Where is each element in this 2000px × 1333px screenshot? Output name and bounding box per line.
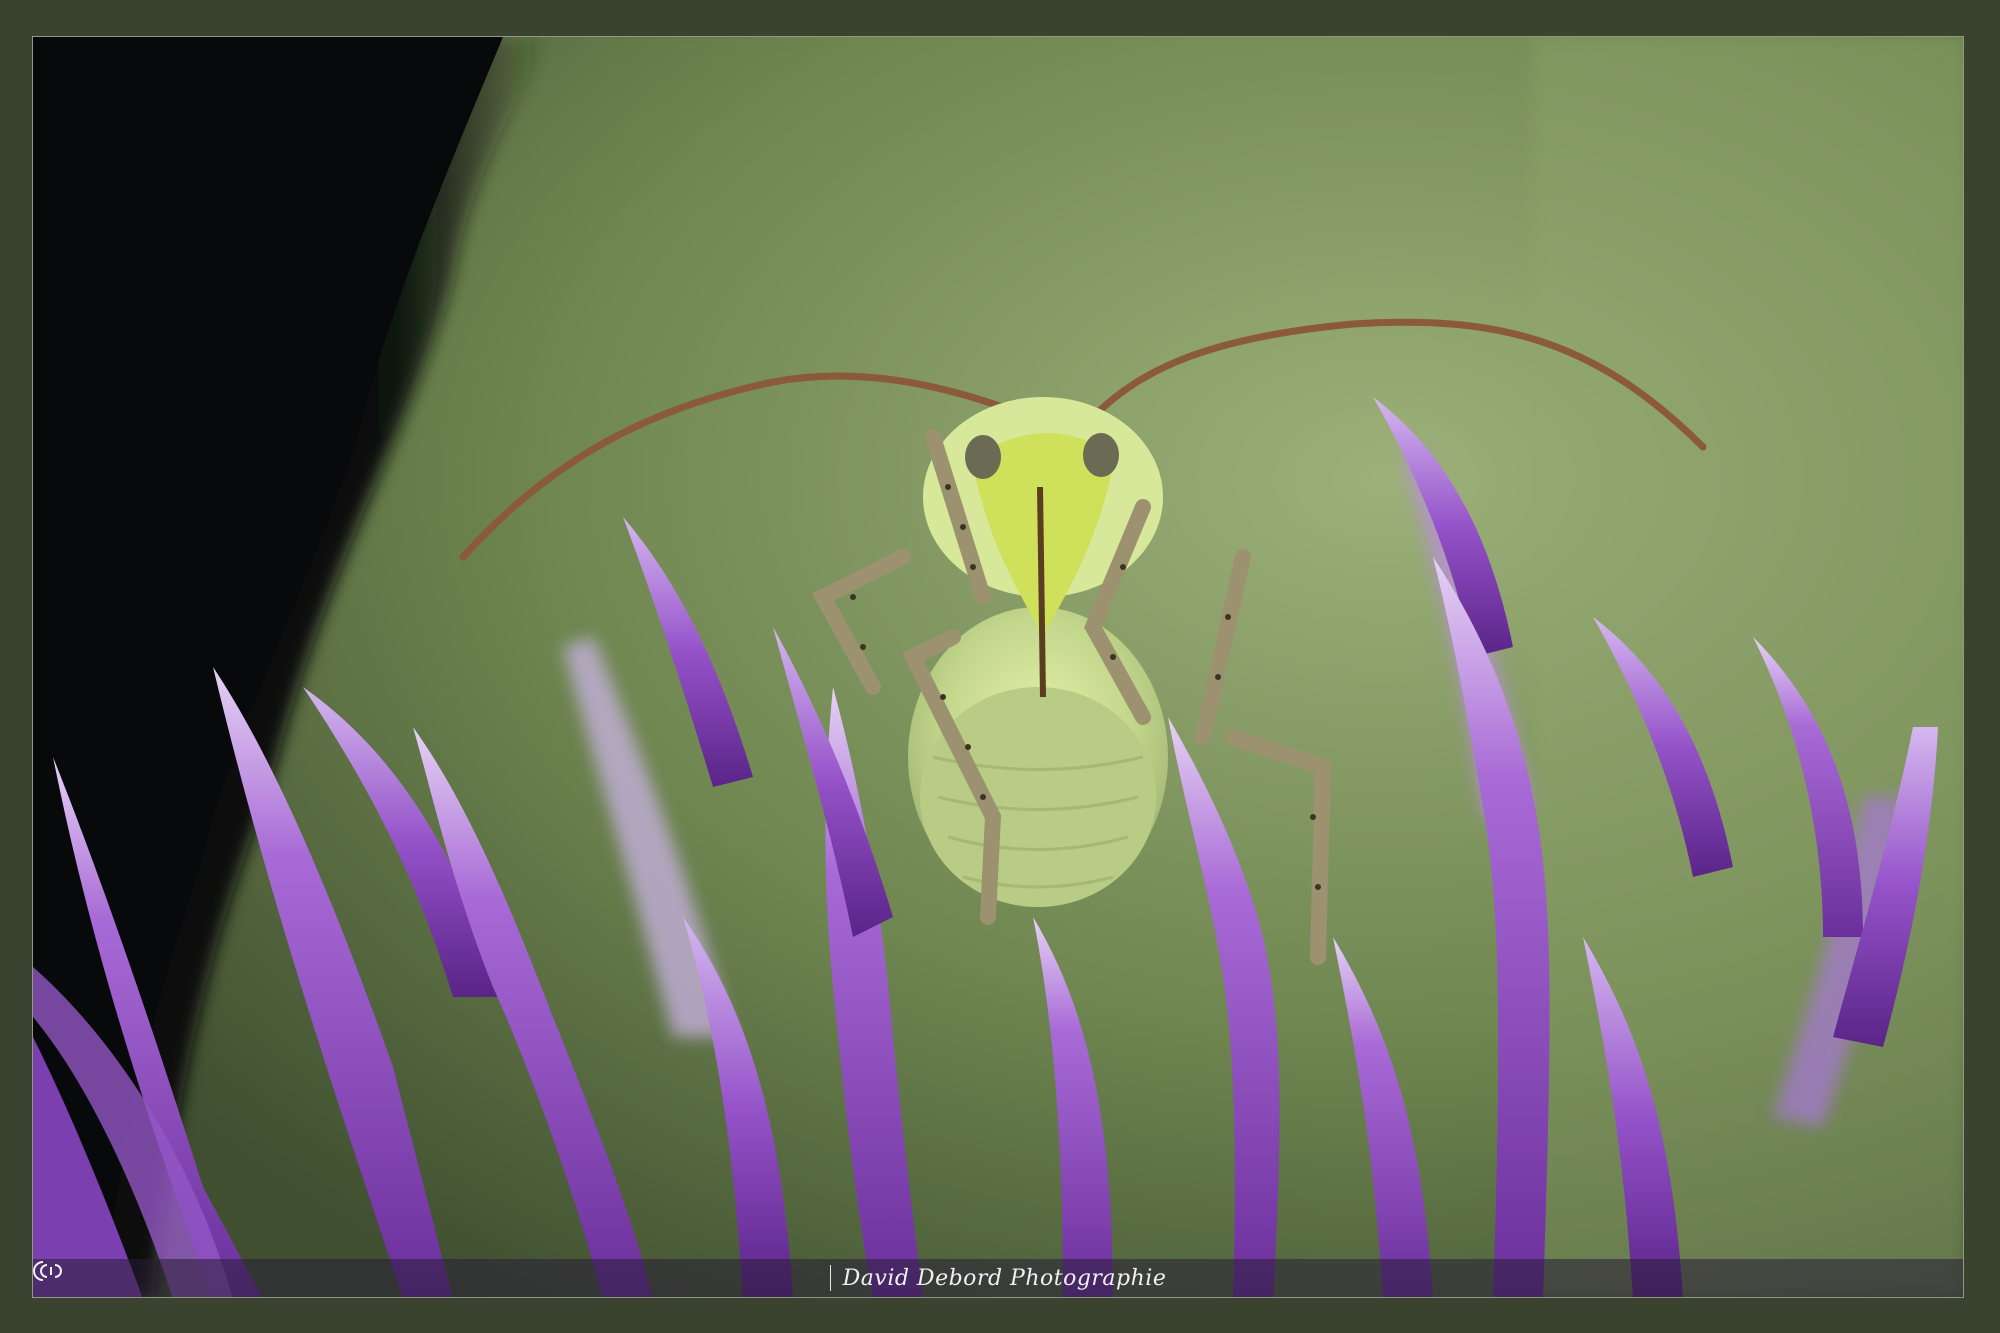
credit-separator xyxy=(829,1265,831,1291)
camera-aperture-icon xyxy=(33,1261,62,1281)
photographer-credit: David Debord Photographie xyxy=(33,1261,1167,1291)
photo-illustration xyxy=(33,37,1963,1297)
credit-bar: David Debord Photographie xyxy=(33,1259,1963,1297)
macro-photo: David Debord Photographie xyxy=(32,36,1964,1298)
photo-frame: David Debord Photographie xyxy=(0,0,2000,1333)
photographer-name: David Debord Photographie xyxy=(842,1265,1167,1291)
